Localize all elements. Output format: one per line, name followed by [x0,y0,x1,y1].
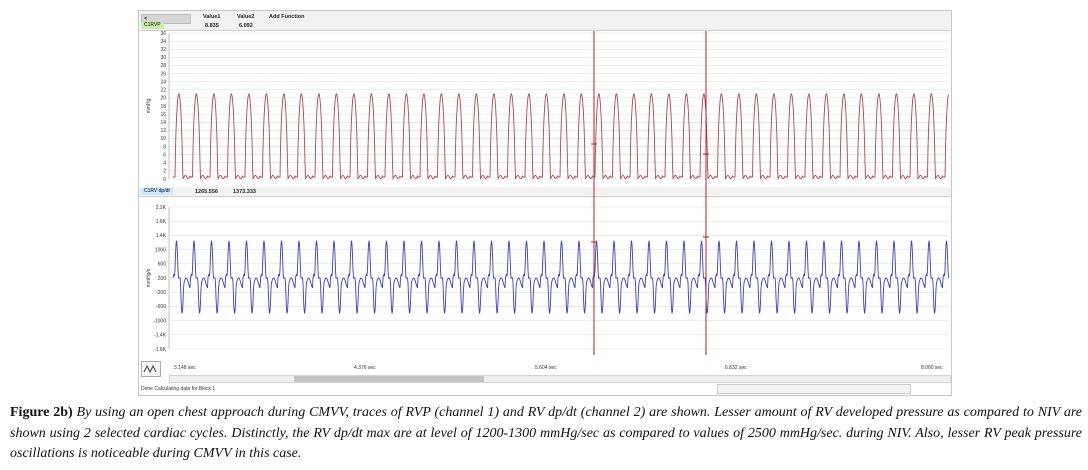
time-label-3: 5.604 sec [535,365,557,371]
ch2-tick-label: 2.2K [156,205,167,211]
ch2-tick-label: -1.4K [154,333,167,339]
ch2-tick-label: -1000 [153,318,166,324]
time-label-1: 3.148 sec [174,365,196,371]
ch2-tick-label: 1.8K [156,219,167,225]
ch2-tick-label: 1000 [155,247,166,253]
ch1-tick-label: 2 [163,169,166,175]
ch1-tick-label: 32 [160,47,166,53]
ch1-tick-label: 20 [160,96,166,102]
labchart-window: < Value1 Value2 Add Function C1RVP 8.835… [138,10,952,396]
ch2-tick-label: -600 [156,304,166,310]
trace-plots[interactable]: 363432302826242220181614121086420mmHg2.2… [139,11,951,395]
ch1-tick-label: 34 [160,39,166,45]
caption-label: Figure 2b) [10,405,73,420]
ch1-tick-label: 30 [160,55,166,61]
ch1-tick-label: 6 [163,152,166,158]
ch1-tick-label: 26 [160,71,166,77]
ch2-tick-label: 1.4K [156,233,167,239]
status-text: Done Calculating data for Block 1 [141,386,216,392]
figure-caption: Figure 2b) By using an open chest approa… [10,403,1082,465]
ch1-tick-label: 16 [160,112,166,118]
ch1-tick-label: 36 [160,31,166,37]
chart-view-icon[interactable] [141,361,161,377]
time-label-5: 8.060 sec [921,365,943,371]
ch1-tick-label: 12 [160,128,166,134]
ch1-tick-label: 10 [160,136,166,142]
ch2-tick-label: -1.8K [154,347,167,353]
time-label-2: 4.376 sec [354,365,376,371]
ch1-tick-label: 4 [163,161,166,167]
ch2-tick-label: -200 [156,290,166,296]
ch1-tick-label: 24 [160,79,166,85]
rvp-trace [173,93,949,180]
ch2-tick-label: 600 [158,262,167,268]
ch1-tick-label: 22 [160,88,166,94]
dpdt-trace [172,240,949,314]
ch2-unit-label: mmHg/s [146,268,152,287]
scrollbar-thumb[interactable] [294,376,484,382]
ch1-tick-label: 14 [160,120,166,126]
caption-text: By using an open chest approach during C… [10,405,1082,461]
status-progress-box [717,384,911,394]
ch1-tick-label: 0 [163,177,166,183]
ch2-tick-label: 200 [158,276,167,282]
ch1-unit-label: mmHg [146,98,152,113]
ch1-tick-label: 8 [163,144,166,150]
horizontal-scrollbar[interactable] [169,375,951,383]
ch1-tick-label: 18 [160,104,166,110]
ch1-tick-label: 28 [160,63,166,69]
time-label-4: 6.832 sec [725,365,747,371]
